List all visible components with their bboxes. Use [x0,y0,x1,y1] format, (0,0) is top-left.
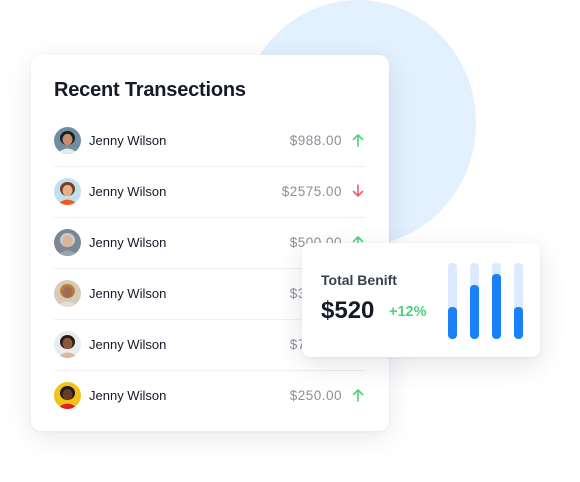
stage: Recent Transections Jenny Wilson $988.00 J… [0,0,580,482]
up-arrow-icon [352,388,364,402]
card-title: Recent Transections [54,79,246,101]
benefit-change-badge: +12% [389,304,427,320]
transaction-amount: $2575.00 [281,184,342,199]
up-arrow-icon [352,133,364,147]
transaction-amount: $988.00 [289,133,342,148]
avatar [54,331,81,358]
benefit-value: $520 [321,297,375,324]
benefit-bar-fill [514,307,523,339]
transaction-amount: $250.00 [289,388,342,403]
transaction-name: Jenny Wilson [89,133,167,148]
benefit-bar-fill [492,274,501,339]
down-arrow-icon [352,184,364,198]
transaction-row[interactable]: Jenny Wilson $250.00 [54,371,366,421]
avatar [54,280,81,307]
transaction-row[interactable]: Jenny Wilson $988.00 [54,116,366,167]
avatar [54,229,81,256]
transaction-name: Jenny Wilson [89,235,167,250]
transaction-name: Jenny Wilson [89,337,167,352]
benefit-bar [448,263,457,339]
benefit-title: Total Benift [321,272,397,288]
avatar [54,178,81,205]
total-benefit-card: Total Benift $520 +12% [302,243,540,357]
transaction-row[interactable]: Jenny Wilson $2575.00 [54,167,366,218]
transaction-name: Jenny Wilson [89,184,167,199]
benefit-bar [470,263,479,339]
transaction-name: Jenny Wilson [89,388,167,403]
benefit-bar-fill [470,285,479,339]
benefit-bar [492,263,501,339]
transaction-name: Jenny Wilson [89,286,167,301]
benefit-bar [514,263,523,339]
avatar [54,127,81,154]
benefit-bar-chart [448,263,526,339]
benefit-bar-fill [448,307,457,339]
avatar [54,382,81,409]
